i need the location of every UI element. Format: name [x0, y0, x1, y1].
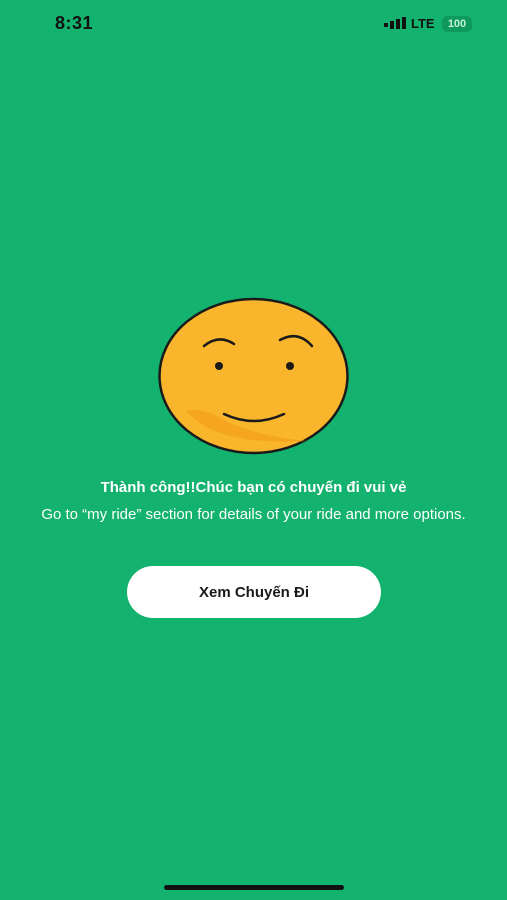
network-type-label: LTE	[411, 16, 435, 31]
home-indicator	[164, 885, 344, 890]
status-bar: 8:31 LTE 100	[0, 0, 507, 48]
signal-bars-icon	[384, 17, 406, 29]
status-time: 8:31	[55, 13, 94, 33]
smiley-face-illustration	[158, 297, 349, 455]
battery-icon: 100	[442, 16, 472, 32]
success-subtitle: Go to “my ride” section for details of y…	[41, 506, 466, 523]
view-ride-button[interactable]: Xem Chuyến Đi	[127, 566, 381, 618]
success-title: Thành công!!Chúc bạn có chuyến đi vui vẻ	[100, 479, 407, 496]
